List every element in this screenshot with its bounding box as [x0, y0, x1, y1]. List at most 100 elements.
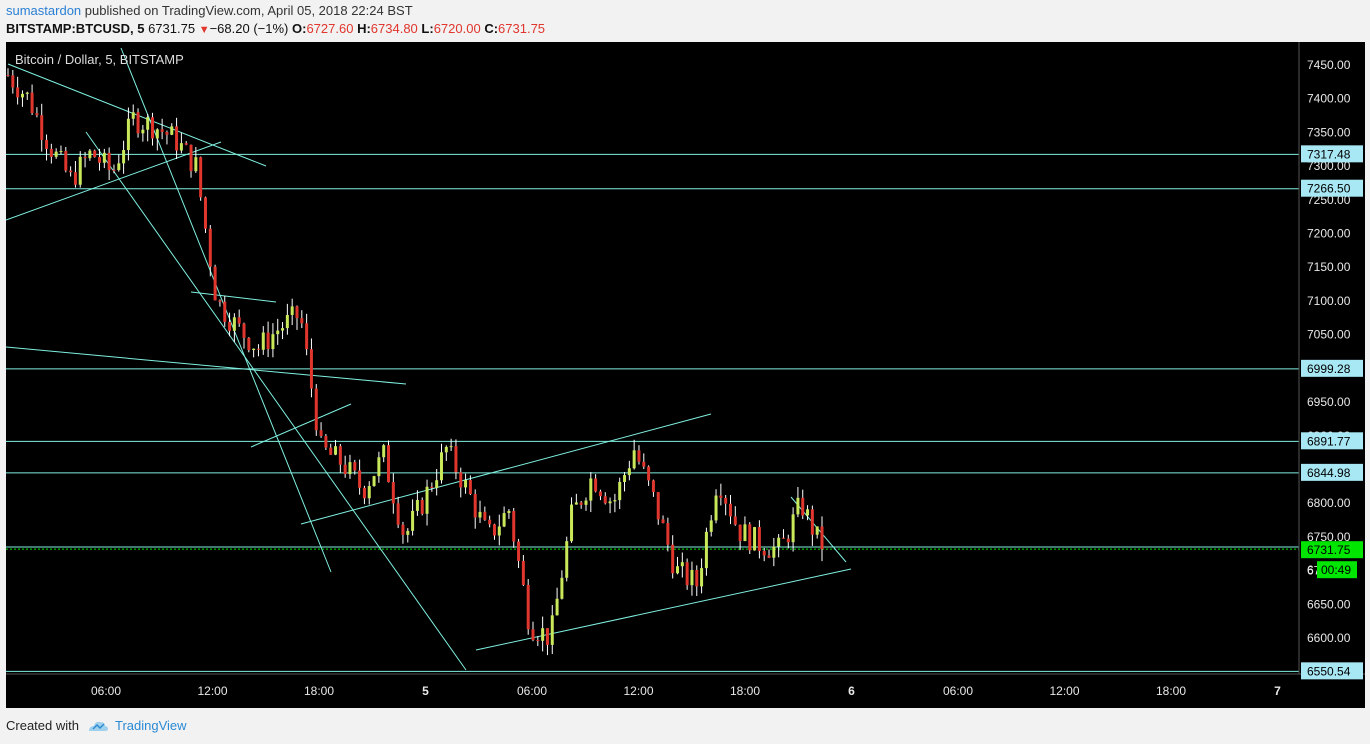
y-tick-label: 6650.00 [1307, 597, 1351, 611]
candle-body [733, 516, 737, 525]
candle-body [189, 144, 193, 172]
candle-body [338, 446, 342, 465]
candle-body [223, 301, 227, 322]
candle-body [141, 129, 145, 134]
tradingview-brand: TradingView [114, 718, 187, 733]
candle-body [6, 75, 10, 77]
price-level-label: 6891.77 [1307, 434, 1351, 448]
candle-body [353, 462, 357, 471]
candle-body [40, 115, 44, 140]
candle-body [574, 502, 578, 505]
candle-body [203, 197, 207, 229]
price-level-label: 6999.28 [1307, 362, 1351, 376]
candle-body [102, 152, 106, 163]
candle-body [767, 555, 771, 558]
candle-body [810, 509, 814, 535]
candle-body [801, 497, 805, 516]
candle-body [112, 169, 116, 171]
candle-body [700, 568, 704, 587]
candle-body [107, 152, 111, 170]
candle-body [305, 323, 309, 350]
y-tick-label: 7450.00 [1307, 58, 1351, 72]
y-tick-label: 6800.00 [1307, 496, 1351, 510]
candle-body [738, 524, 742, 542]
candle-body [676, 566, 680, 574]
candle-body [16, 87, 20, 98]
candle-body [324, 436, 328, 448]
chart-area[interactable]: 7450.00 7400.00 7350.00 7300.00 7250.00 7200.… [5, 42, 1365, 708]
ohlc-line: BITSTAMP:BTCUSD, 5 6731.75 ▼−68.20 (−1%)… [6, 21, 545, 36]
candle-body [468, 480, 472, 494]
price-level-label: 6844.98 [1307, 466, 1351, 480]
x-tick-label: 06:00 [91, 684, 121, 698]
candle-body [488, 519, 492, 525]
candle-body [757, 527, 761, 551]
candle-body [512, 510, 516, 542]
candle-body [796, 497, 800, 515]
author-link[interactable]: sumastardon [6, 3, 81, 18]
symbol-label: BITSTAMP:BTCUSD, 5 [6, 21, 145, 36]
candle-body [502, 513, 506, 527]
candle-body [589, 478, 593, 501]
x-tick-label: 12:00 [197, 684, 227, 698]
candle-body [319, 430, 323, 437]
candle-body [261, 332, 265, 350]
candle-body [170, 126, 174, 135]
candle-body [444, 446, 448, 453]
candle-body [637, 450, 641, 462]
price-chart[interactable]: 7450.007400.007350.007300.007250.007200.… [5, 42, 1365, 708]
candle-body [411, 510, 415, 531]
candle-body [459, 472, 463, 488]
candle-body [454, 446, 458, 473]
candle-body [791, 514, 795, 543]
candle-body [126, 118, 130, 151]
trend-line[interactable] [5, 141, 222, 221]
candle-body [415, 499, 419, 511]
candle-body [579, 502, 583, 505]
candle-body [362, 487, 366, 499]
candle-body [199, 157, 203, 198]
trend-line[interactable] [190, 291, 277, 303]
candle-body [175, 126, 179, 151]
candle-body [78, 156, 82, 185]
candle-body [632, 450, 636, 469]
created-with-text: Created with [6, 718, 79, 733]
candle-body [396, 503, 400, 525]
candle-body [69, 170, 73, 173]
candle-body [372, 476, 376, 487]
candle-body [492, 524, 496, 536]
chart-title: Bitcoin / Dollar, 5, BITSTAMP [15, 52, 184, 67]
candle-body [285, 314, 289, 329]
candle-body [420, 499, 424, 514]
candle-body [777, 537, 781, 547]
candle-body [247, 337, 251, 351]
y-tick-label: 6950.00 [1307, 395, 1351, 409]
candle-body [545, 628, 549, 645]
y-tick-label: 6600.00 [1307, 631, 1351, 645]
candle-body [666, 523, 670, 545]
trend-line[interactable] [5, 346, 407, 385]
candle-body [30, 92, 34, 114]
trend-line[interactable] [85, 131, 467, 671]
candle-body [728, 503, 732, 517]
partial-price-label: 6 [1307, 563, 1314, 577]
candle-body [647, 466, 651, 481]
candle-body [165, 132, 169, 135]
high-value: 6734.80 [370, 21, 418, 36]
close-label: C: [484, 21, 499, 36]
candle-body [478, 511, 482, 518]
y-tick-label: 7050.00 [1307, 328, 1351, 342]
tradingview-link[interactable]: TradingView [87, 718, 187, 733]
candle-body [435, 480, 439, 488]
publish-line: sumastardon published on TradingView.com… [6, 3, 413, 18]
candle-body [724, 497, 728, 504]
candle-body [98, 157, 102, 163]
candle-body [531, 629, 535, 640]
tradingview-cloud-icon [88, 721, 108, 731]
candle-body [753, 527, 757, 551]
candle-body [218, 300, 222, 302]
candle-body [464, 480, 468, 488]
candle-body [300, 318, 304, 324]
published-text: published on TradingView.com, April 05, … [81, 3, 413, 18]
candle-body [377, 457, 381, 477]
